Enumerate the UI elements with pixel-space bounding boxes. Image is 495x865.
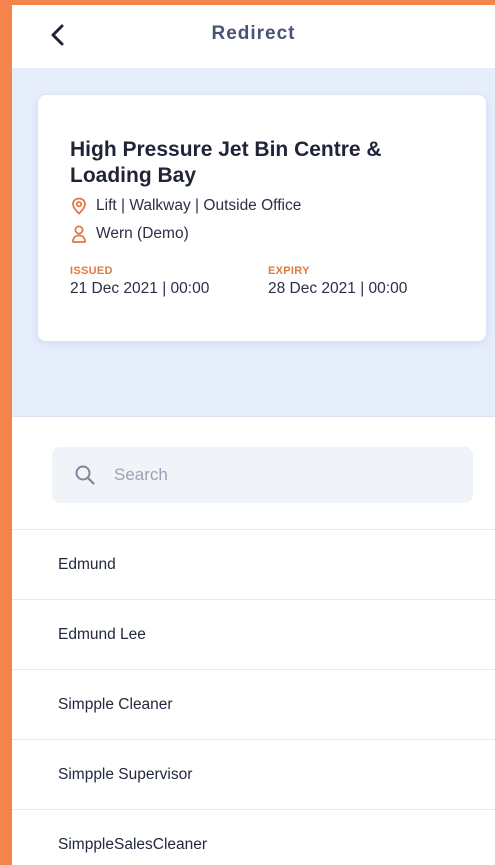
card-title: High Pressure Jet Bin Centre & Loading B… <box>70 138 382 187</box>
date-row: ISSUED 21 Dec 2021 | 00:00 EXPIRY 28 Dec… <box>70 265 486 298</box>
location-row: Lift | Walkway | Outside Office <box>70 195 486 217</box>
issued-label: ISSUED <box>70 265 113 277</box>
search-icon <box>74 464 96 486</box>
page-title: Redirect <box>211 23 296 44</box>
expiry-value: 28 Dec 2021 | 00:00 <box>268 280 408 297</box>
person-row: Wern (Demo) <box>70 223 486 245</box>
location-pin-icon <box>70 196 88 216</box>
expiry-block: EXPIRY 28 Dec 2021 | 00:00 <box>268 265 466 298</box>
expiry-label: EXPIRY <box>268 265 310 277</box>
search-box[interactable] <box>52 447 473 503</box>
app-screen: Redirect High Pressure Jet Bin Centre & … <box>12 5 495 865</box>
hero-section: High Pressure Jet Bin Centre & Loading B… <box>12 69 495 417</box>
list-item[interactable]: Simpple Supervisor <box>12 740 495 810</box>
list-item[interactable]: Edmund Lee <box>12 600 495 670</box>
list-item-label: SimppleSalesCleaner <box>58 835 208 853</box>
list-item[interactable]: SimppleSalesCleaner <box>12 810 495 865</box>
person-icon <box>70 224 88 244</box>
top-nav-bar: Redirect <box>12 5 495 69</box>
list-item-label: Edmund Lee <box>58 625 146 643</box>
user-list: Edmund Edmund Lee Simpple Cleaner Simppl… <box>12 529 495 865</box>
search-input[interactable] <box>114 465 414 485</box>
list-item-label: Simpple Cleaner <box>58 695 173 713</box>
issued-block: ISSUED 21 Dec 2021 | 00:00 <box>70 265 268 298</box>
search-section <box>12 417 495 529</box>
list-item[interactable]: Simpple Cleaner <box>12 670 495 740</box>
list-item-label: Simpple Supervisor <box>58 765 193 783</box>
person-text: Wern (Demo) <box>96 225 189 242</box>
issued-value: 21 Dec 2021 | 00:00 <box>70 280 210 297</box>
list-item[interactable]: Edmund <box>12 530 495 600</box>
location-text: Lift | Walkway | Outside Office <box>96 197 302 214</box>
permit-card: High Pressure Jet Bin Centre & Loading B… <box>38 95 486 341</box>
list-item-label: Edmund <box>58 555 116 573</box>
